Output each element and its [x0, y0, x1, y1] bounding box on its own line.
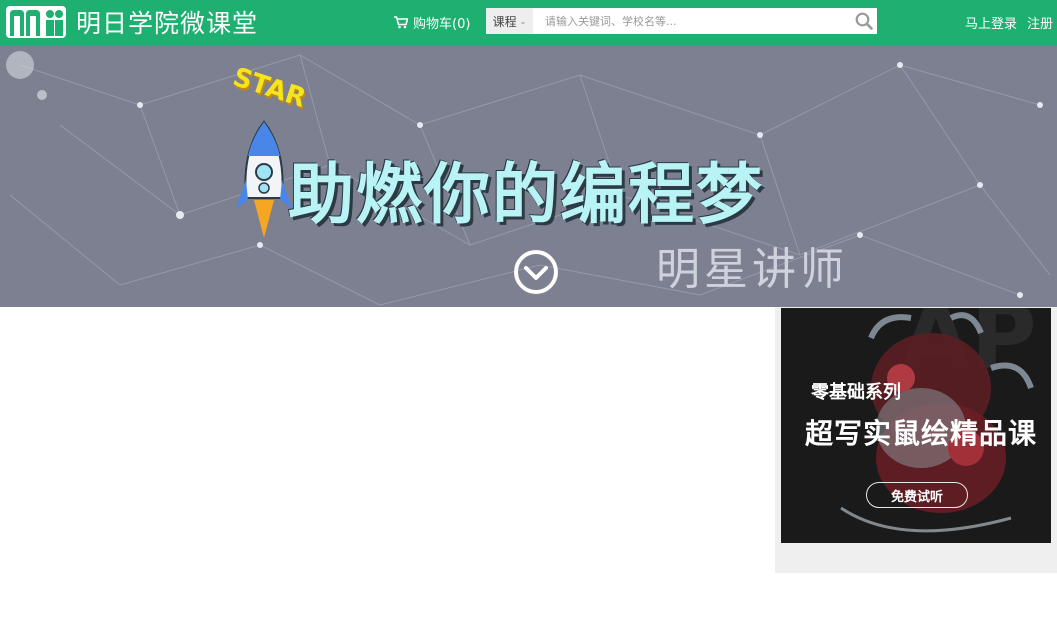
ad-title: 超写实鼠绘精品课: [805, 417, 1038, 450]
login-link[interactable]: 马上登录: [965, 13, 1017, 32]
search-type-label: 课程: [492, 14, 517, 29]
cart-link[interactable]: 购物车(0): [394, 13, 470, 32]
top-nav-bar: 明日学院微课堂 购物车(0) 课程 ⌄ 马上登录 注册: [0, 0, 1057, 45]
search-bar: 课程 ⌄: [486, 8, 877, 34]
rocket-icon: [236, 120, 292, 238]
banner-subtitle: 明星讲师: [656, 244, 848, 295]
course-ad-card[interactable]: AP 零基础系列 超写实鼠绘精品课 免费试听: [781, 308, 1051, 543]
hero-banner[interactable]: STAR 助燃你的编程梦 明星讲师: [0, 45, 1057, 307]
register-link[interactable]: 注册: [1027, 13, 1053, 32]
site-logo[interactable]: 明日学院微课堂: [6, 4, 258, 40]
site-name: 明日学院微课堂: [76, 9, 259, 38]
cart-label: 购物车(0): [413, 17, 471, 32]
search-type-select[interactable]: 课程 ⌄: [486, 8, 533, 34]
logo-icon: [6, 6, 66, 38]
cart-icon: [394, 16, 408, 29]
search-icon: [855, 12, 873, 30]
circle-chevron-down-icon[interactable]: [512, 248, 560, 296]
chevron-down-icon: ⌄: [519, 16, 527, 26]
banner-title: 助燃你的编程梦: [288, 156, 764, 233]
search-input[interactable]: [533, 8, 851, 34]
free-trial-button[interactable]: 免费试听: [866, 482, 968, 508]
ad-subtitle: 零基础系列: [811, 382, 901, 403]
search-button[interactable]: [851, 8, 877, 34]
